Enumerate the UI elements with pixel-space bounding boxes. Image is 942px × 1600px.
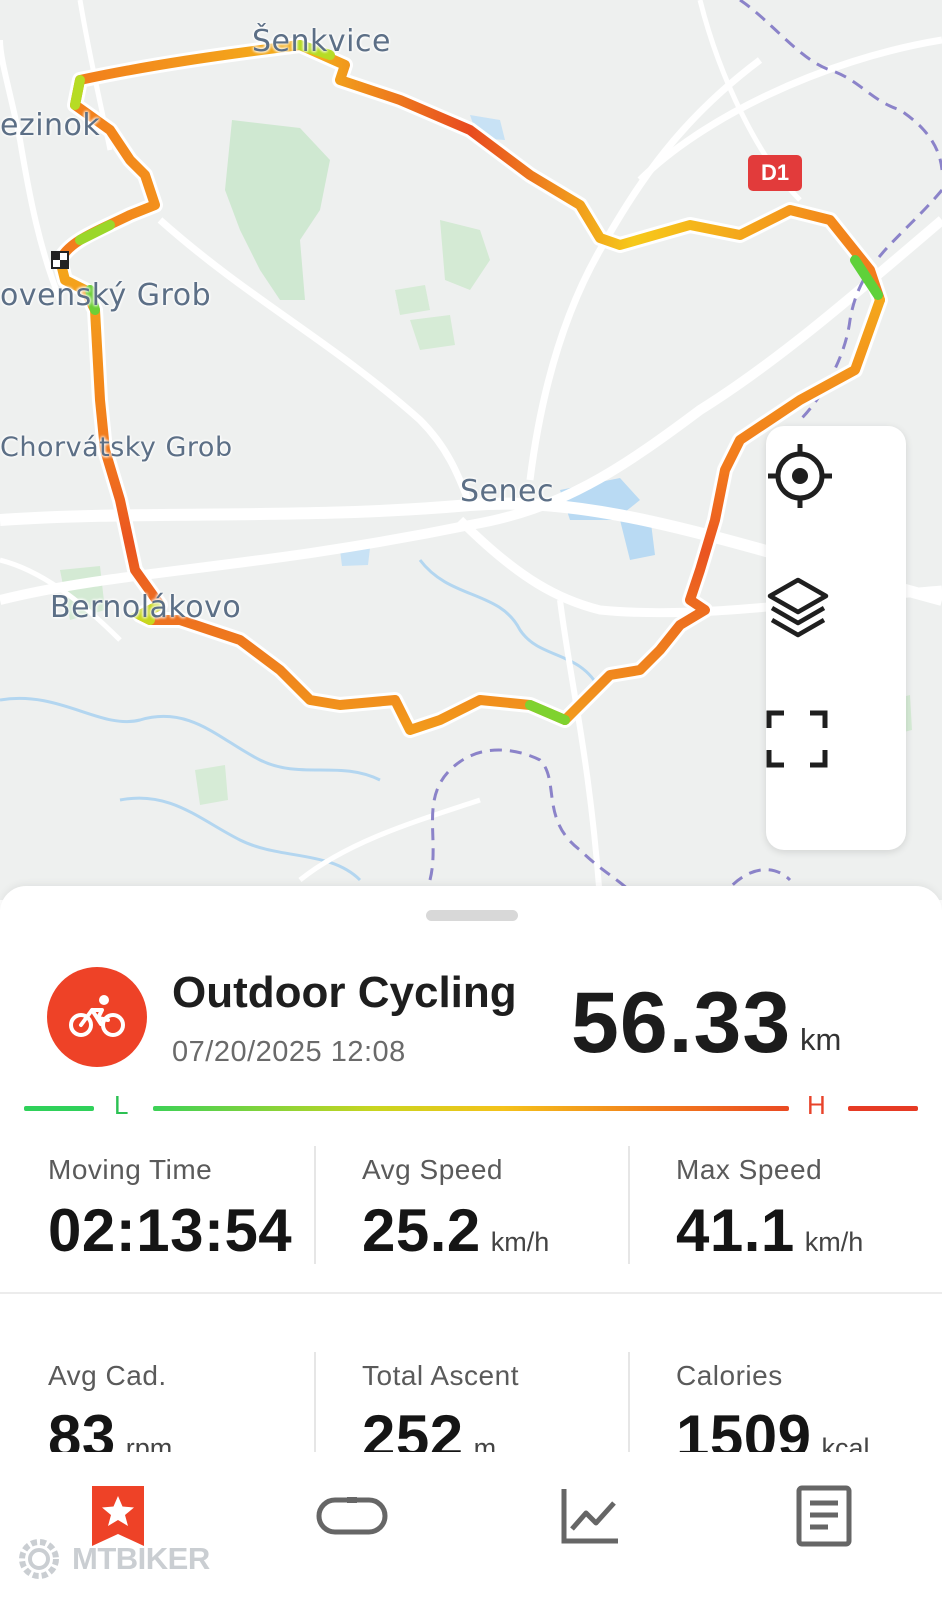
stat-unit: kcal <box>821 1433 870 1452</box>
stat-value: 25.2 <box>362 1197 481 1264</box>
stat-avg-cadence: Avg Cad. 83 rpm <box>48 1360 348 1452</box>
column-divider <box>628 1146 630 1264</box>
column-divider <box>314 1146 316 1264</box>
stat-label: Avg Cad. <box>48 1360 167 1391</box>
stat-moving-time: Moving Time 02:13:54 <box>48 1154 348 1265</box>
locate-button[interactable] <box>766 442 906 562</box>
layers-icon <box>767 577 829 638</box>
legend-low-label: L <box>114 1090 129 1120</box>
map-controls-panel <box>766 426 906 850</box>
distance-value: 56.33 <box>571 975 792 1071</box>
stat-label: Max Speed <box>676 1154 823 1185</box>
map-label-slovensky-grob: ovenský Grob <box>0 278 212 313</box>
tab-device[interactable] <box>312 1476 392 1556</box>
distance-unit: km <box>800 1022 842 1057</box>
row-divider <box>0 1292 942 1294</box>
gear-logo-icon <box>19 1539 59 1579</box>
stat-value: 41.1 <box>676 1197 795 1264</box>
stat-unit: km/h <box>804 1227 864 1257</box>
crosshair-icon <box>768 444 832 508</box>
stat-label: Moving Time <box>48 1154 213 1185</box>
stat-total-ascent: Total Ascent 252 m <box>362 1360 662 1452</box>
stat-unit: km/h <box>490 1227 550 1257</box>
map-label-senec: Senec <box>460 474 554 509</box>
map-label-senkvice: Šenkvice <box>252 24 391 59</box>
sheet-drag-handle[interactable] <box>426 910 518 921</box>
watermark-text: MTBIKER <box>72 1541 210 1576</box>
stat-unit: m <box>473 1433 497 1452</box>
activity-datetime: 07/20/2025 12:08 <box>172 1036 406 1068</box>
stat-label: Avg Speed <box>362 1154 503 1185</box>
layers-button[interactable] <box>766 576 906 696</box>
stat-label: Total Ascent <box>362 1360 519 1391</box>
map-label-bernolakovo: Bernolákovo <box>50 590 242 625</box>
legend-high-line <box>848 1106 918 1111</box>
speed-gradient-legend <box>153 1106 789 1111</box>
stat-value: 252 <box>362 1403 464 1452</box>
stat-value: 83 <box>48 1403 116 1452</box>
activity-title: Outdoor Cycling <box>172 968 517 1017</box>
fullscreen-icon <box>766 710 828 768</box>
stat-avg-speed: Avg Speed 25.2 km/h <box>362 1154 662 1265</box>
legend-low-line <box>24 1106 94 1111</box>
activity-type-badge <box>47 967 147 1067</box>
bicycle-icon <box>69 995 125 1037</box>
stat-unit: rpm <box>125 1433 173 1452</box>
map-label-vezinok: ezinok <box>0 108 101 143</box>
column-divider <box>628 1352 630 1452</box>
watermark: MTBIKER <box>14 1534 210 1584</box>
tab-charts[interactable] <box>550 1476 630 1556</box>
column-divider <box>314 1352 316 1452</box>
map-label-chorvatsky-grob: Chorvátsky Grob <box>0 432 233 463</box>
stat-value: 02:13:54 <box>48 1197 293 1264</box>
route-map[interactable]: Šenkvice ezinok ovenský Grob Chorvátsky … <box>0 0 942 900</box>
stat-label: Calories <box>676 1360 783 1391</box>
fullscreen-button[interactable] <box>766 710 906 830</box>
chart-icon <box>561 1489 618 1544</box>
stat-calories: Calories 1509 kcal <box>676 1360 942 1452</box>
highway-shield-d1: D1 <box>748 155 802 191</box>
stat-max-speed: Max Speed 41.1 km/h <box>676 1154 942 1265</box>
stat-value: 1509 <box>676 1403 812 1452</box>
document-icon <box>796 1485 852 1547</box>
legend-high-label: H <box>807 1090 826 1120</box>
tab-details[interactable] <box>784 1476 864 1556</box>
stats-grid: Moving Time 02:13:54 Avg Speed 25.2 km/h … <box>0 1126 942 1452</box>
band-icon <box>316 1497 388 1535</box>
